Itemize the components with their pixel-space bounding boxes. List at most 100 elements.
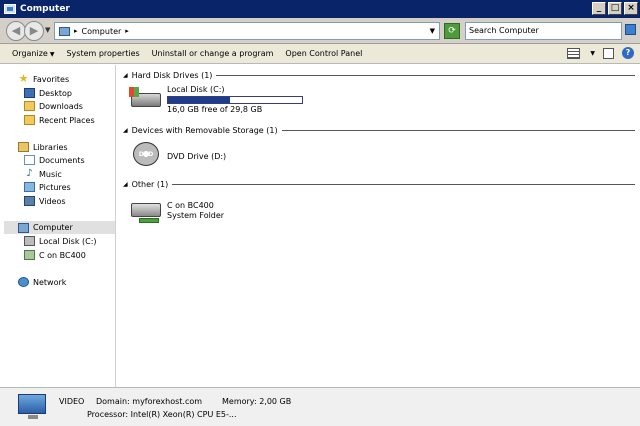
nav-pictures-label: Pictures <box>39 182 71 192</box>
refresh-button[interactable]: ⟳ <box>444 23 460 39</box>
preview-pane-icon[interactable] <box>603 47 614 59</box>
nav-downloads-label: Downloads <box>39 101 83 111</box>
breadcrumb-separator-icon[interactable]: ▸ <box>74 27 78 35</box>
disk-usage-bar <box>167 96 303 104</box>
collapse-triangle-icon[interactable]: ◢ <box>123 181 128 188</box>
nav-computer-label: Computer <box>33 223 73 232</box>
address-field[interactable]: ▸ Computer ▸ ▼ <box>54 22 440 40</box>
star-icon: ★ <box>18 72 29 85</box>
group-label: Other (1) <box>131 179 169 189</box>
nav-c-on-bc400[interactable]: C on BC400 <box>24 249 86 261</box>
computer-icon <box>4 4 16 14</box>
uninstall-program-button[interactable]: Uninstall or change a program <box>152 49 274 58</box>
details-pane: VIDEO Domain: myforexhost.com Memory: 2,… <box>0 387 640 426</box>
breadcrumb-chevron-icon[interactable]: ▸ <box>125 27 129 35</box>
open-control-panel-button[interactable]: Open Control Panel <box>285 49 362 58</box>
title-bar: Computer _ □ × <box>0 0 640 18</box>
computer-stand <box>28 415 38 419</box>
computer-domain: Domain: myforexhost.com <box>96 397 203 406</box>
divider <box>172 183 635 185</box>
address-dropdown-icon[interactable]: ▼ <box>430 27 435 35</box>
group-label: Devices with Removable Storage (1) <box>131 125 278 135</box>
window-controls: _ □ × <box>592 2 638 15</box>
organize-button[interactable]: Organize ▼ <box>12 49 54 58</box>
nav-videos[interactable]: Videos <box>24 195 66 207</box>
hard-disk-icon <box>129 85 163 113</box>
nav-recent-places[interactable]: Recent Places <box>24 114 95 126</box>
hard-disk-icon <box>24 236 35 246</box>
address-bar: ◀ ▶ ▼ ▸ Computer ▸ ▼ ⟳ Search Computer <box>0 18 640 44</box>
back-button[interactable]: ◀ <box>6 21 26 41</box>
nav-local-disk-label: Local Disk (C:) <box>39 236 97 246</box>
dvd-badge: DVD <box>133 142 159 166</box>
nav-network[interactable]: Network <box>18 276 66 288</box>
nav-desktop[interactable]: Desktop <box>24 87 72 99</box>
group-header-other[interactable]: ◢ Other (1) <box>123 178 635 190</box>
command-bar: Organize ▼ System properties Uninstall or… <box>0 44 640 64</box>
divider <box>216 74 635 76</box>
nav-c-on-bc400-label: C on BC400 <box>39 250 86 260</box>
network-drive-icon <box>129 197 163 225</box>
downloads-icon <box>24 101 35 111</box>
system-properties-button[interactable]: System properties <box>66 49 139 58</box>
organize-label: Organize <box>12 49 48 58</box>
pictures-icon <box>24 182 35 192</box>
nav-documents-label: Documents <box>39 155 85 165</box>
group-header-hard-disk-drives[interactable]: ◢ Hard Disk Drives (1) <box>123 69 635 81</box>
videos-icon <box>24 196 35 206</box>
drive-type: System Folder <box>167 211 225 220</box>
computer-icon <box>18 394 46 414</box>
group-label: Hard Disk Drives (1) <box>131 70 213 80</box>
computer-name: VIDEO <box>59 397 85 406</box>
navigation-pane: ★ Favorites Desktop Downloads Recent Pla… <box>0 65 116 387</box>
recent-places-icon <box>24 115 35 125</box>
nav-music-label: Music <box>39 169 62 179</box>
nav-desktop-label: Desktop <box>39 88 72 98</box>
change-view-icon[interactable] <box>567 47 581 59</box>
group-header-removable-storage[interactable]: ◢ Devices with Removable Storage (1) <box>123 124 635 136</box>
search-input[interactable]: Search Computer <box>465 22 622 40</box>
drive-tile-local-disk[interactable]: Local Disk (C:) 16,0 GB free of 29,8 GB <box>129 85 303 115</box>
desktop-icon <box>24 88 35 98</box>
dvd-drive-icon: DVD <box>129 140 163 168</box>
maximize-button[interactable]: □ <box>608 2 622 15</box>
drive-tile-dvd[interactable]: DVD DVD Drive (D:) <box>129 140 226 168</box>
view-options-chevron-icon[interactable]: ▼ <box>590 50 595 57</box>
computer-icon <box>59 26 70 36</box>
content-pane: ◢ Hard Disk Drives (1) Local Disk (C:) 1… <box>117 65 640 387</box>
recent-pages-chevron-icon[interactable]: ▼ <box>45 26 50 34</box>
nav-favorites-label: Favorites <box>33 74 70 84</box>
drive-tile-c-on-bc400[interactable]: C on BC400 System Folder <box>129 197 224 225</box>
drive-name: C on BC400 <box>167 201 214 210</box>
divider <box>281 129 635 131</box>
chevron-down-icon: ▼ <box>49 51 55 58</box>
nav-pictures[interactable]: Pictures <box>24 181 71 193</box>
window-title: Computer <box>20 4 70 14</box>
computer-processor: Processor: Intel(R) Xeon(R) CPU E5-... <box>87 410 237 419</box>
collapse-triangle-icon[interactable]: ◢ <box>123 72 128 79</box>
nav-favorites[interactable]: ★ Favorites <box>18 72 70 85</box>
computer-memory: Memory: 2,00 GB <box>222 397 292 406</box>
network-icon <box>18 277 29 287</box>
music-icon: ♪ <box>26 168 33 179</box>
nav-documents[interactable]: Documents <box>24 154 85 166</box>
nav-libraries[interactable]: Libraries <box>18 141 68 153</box>
nav-downloads[interactable]: Downloads <box>24 100 83 112</box>
documents-icon <box>24 155 35 165</box>
collapse-triangle-icon[interactable]: ◢ <box>123 127 128 134</box>
nav-local-disk[interactable]: Local Disk (C:) <box>24 235 97 247</box>
disk-usage-fill <box>168 97 230 103</box>
drive-name: Local Disk (C:) <box>167 85 225 94</box>
nav-computer[interactable]: Computer <box>4 221 115 234</box>
minimize-button[interactable]: _ <box>592 2 606 15</box>
search-icon[interactable] <box>625 24 636 35</box>
help-icon[interactable]: ? <box>622 47 634 59</box>
drive-name: DVD Drive (D:) <box>167 152 227 161</box>
breadcrumb-computer[interactable]: Computer <box>82 27 122 36</box>
nav-network-label: Network <box>33 277 67 287</box>
forward-button[interactable]: ▶ <box>24 21 44 41</box>
close-button[interactable]: × <box>624 2 638 15</box>
view-controls: ▼ ? <box>567 47 634 59</box>
drive-free-space: 16,0 GB free of 29,8 GB <box>167 105 263 114</box>
nav-music[interactable]: ♪ Music <box>24 168 62 180</box>
